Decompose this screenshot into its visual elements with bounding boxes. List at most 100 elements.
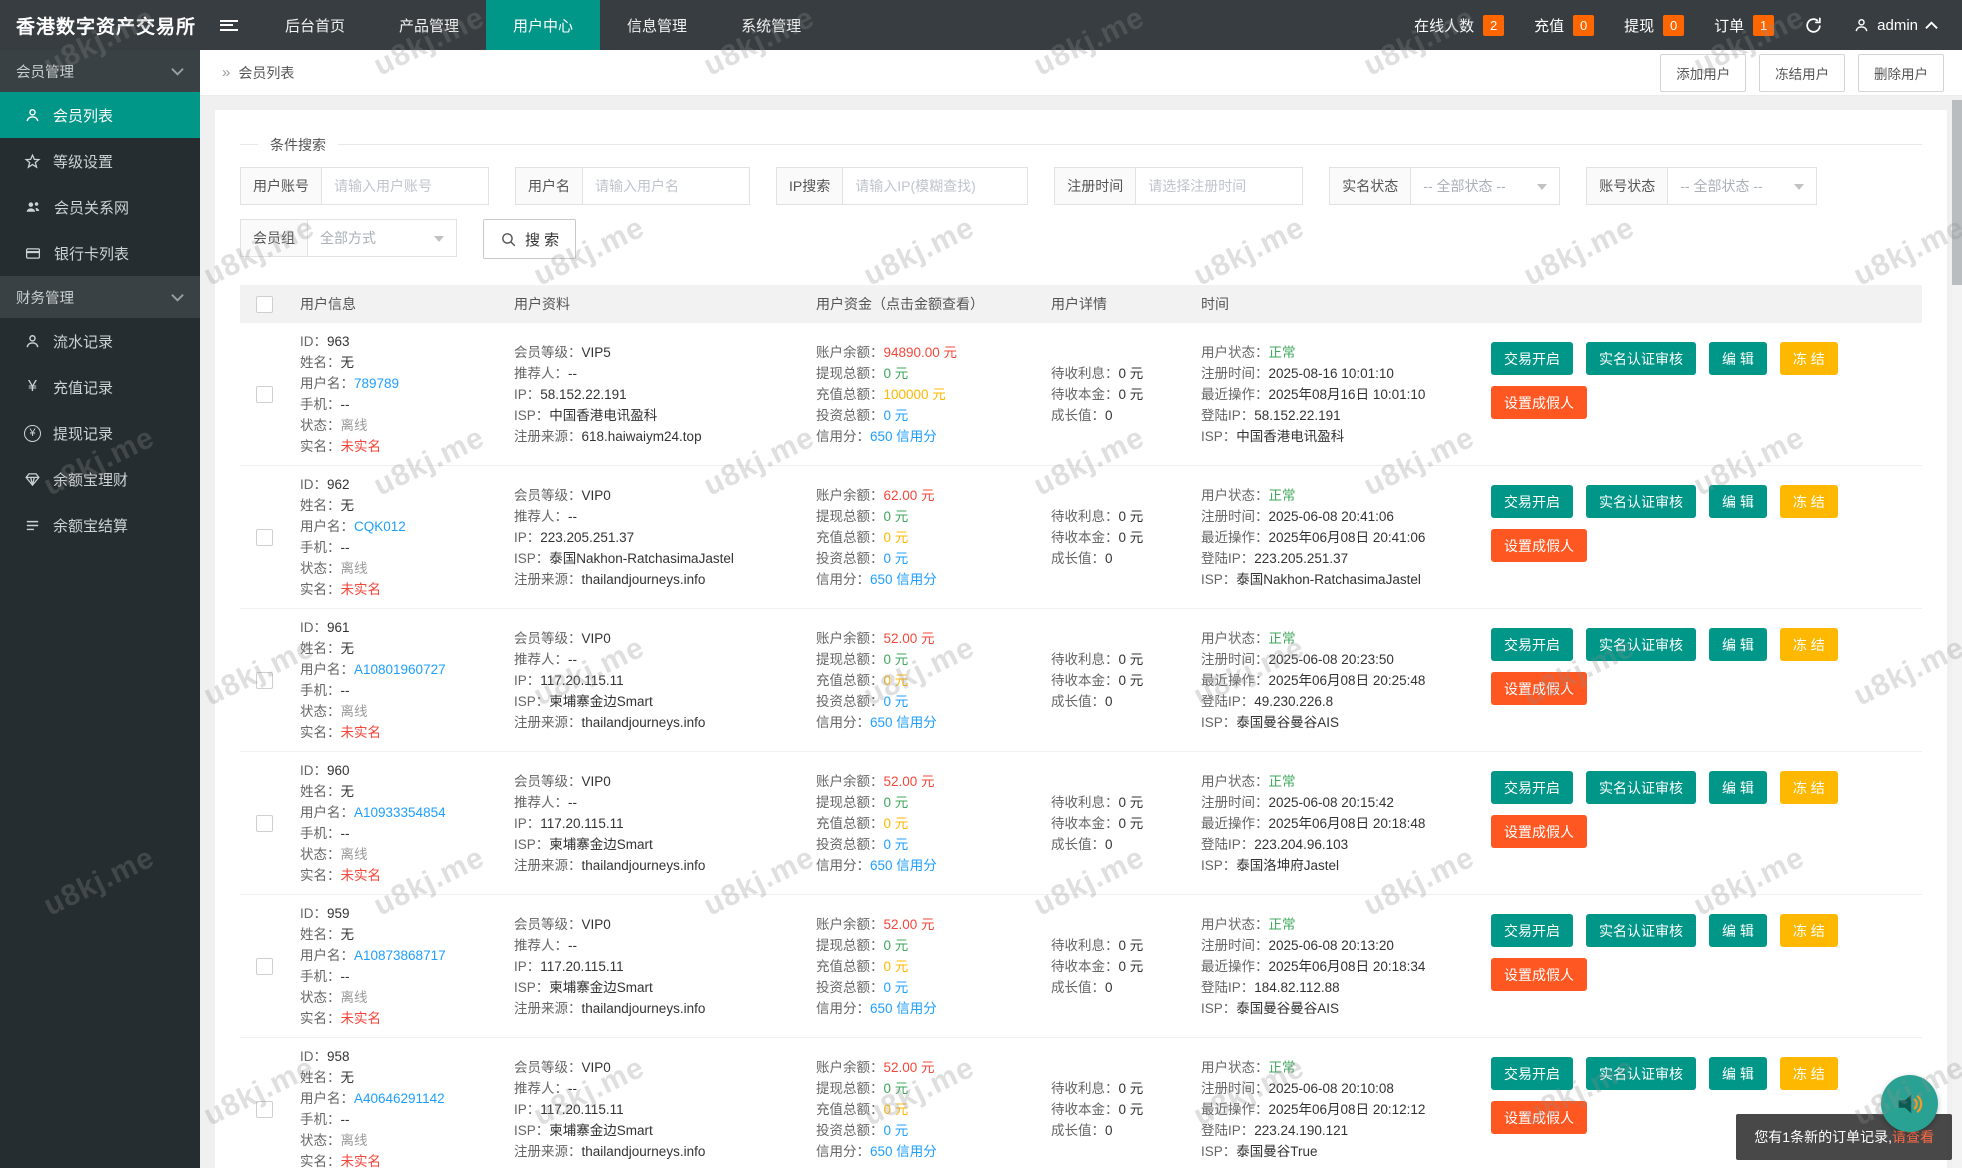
set-fake-user-button[interactable]: 设置成假人 <box>1491 529 1587 562</box>
edit-button[interactable]: 编 辑 <box>1709 1057 1767 1090</box>
realname-verify-button[interactable]: 实名认证审核 <box>1586 485 1696 518</box>
credit-score[interactable]: 650 信用分 <box>870 715 937 730</box>
recharge-amount[interactable]: 0 元 <box>884 673 909 688</box>
invest-amount[interactable]: 0 元 <box>884 837 909 852</box>
recharge-amount[interactable]: 0 元 <box>884 959 909 974</box>
menu-item-info[interactable]: 信息管理 <box>600 0 714 50</box>
edit-button[interactable]: 编 辑 <box>1709 342 1767 375</box>
balance-amount[interactable]: 52.00 元 <box>884 774 935 789</box>
freeze-button[interactable]: 冻 结 <box>1780 914 1838 947</box>
stat-withdraw[interactable]: 提现 0 <box>1624 15 1684 36</box>
credit-score[interactable]: 650 信用分 <box>870 858 937 873</box>
username-link[interactable]: 789789 <box>354 376 399 391</box>
credit-score[interactable]: 650 信用分 <box>870 572 937 587</box>
sidebar-item-member-list[interactable]: 会员列表 <box>0 92 200 138</box>
delete-user-button[interactable]: 删除用户 <box>1858 54 1944 92</box>
sidebar-toggle-button[interactable] <box>200 0 258 50</box>
account-input[interactable] <box>321 167 489 205</box>
edit-button[interactable]: 编 辑 <box>1709 771 1767 804</box>
row-checkbox[interactable] <box>256 815 273 832</box>
menu-item-system[interactable]: 系统管理 <box>714 0 828 50</box>
edit-button[interactable]: 编 辑 <box>1709 914 1767 947</box>
credit-score[interactable]: 650 信用分 <box>870 1144 937 1159</box>
balance-amount[interactable]: 52.00 元 <box>884 1060 935 1075</box>
sidebar-item-yuebao-settle[interactable]: 余额宝结算 <box>0 502 200 548</box>
stat-online-users[interactable]: 在线人数 2 <box>1414 15 1504 36</box>
trade-toggle-button[interactable]: 交易开启 <box>1491 771 1573 804</box>
withdraw-amount[interactable]: 0 元 <box>884 795 909 810</box>
credit-score[interactable]: 650 信用分 <box>870 1001 937 1016</box>
freeze-button[interactable]: 冻 结 <box>1780 1057 1838 1090</box>
trade-toggle-button[interactable]: 交易开启 <box>1491 485 1573 518</box>
sidebar-item-withdraw-records[interactable]: ¥ 提现记录 <box>0 410 200 456</box>
freeze-button[interactable]: 冻 结 <box>1780 485 1838 518</box>
sidebar-item-recharge-records[interactable]: ¥ 充值记录 <box>0 364 200 410</box>
sidebar-item-member-network[interactable]: 会员关系网 <box>0 184 200 230</box>
sidebar-item-flow-records[interactable]: 流水记录 <box>0 318 200 364</box>
menu-item-user-center[interactable]: 用户中心 <box>486 0 600 50</box>
recharge-amount[interactable]: 0 元 <box>884 530 909 545</box>
username-input[interactable] <box>582 167 750 205</box>
credit-score[interactable]: 650 信用分 <box>870 429 937 444</box>
scrollbar-thumb[interactable] <box>1952 100 1962 285</box>
balance-amount[interactable]: 52.00 元 <box>884 917 935 932</box>
trade-toggle-button[interactable]: 交易开启 <box>1491 342 1573 375</box>
invest-amount[interactable]: 0 元 <box>884 1123 909 1138</box>
freeze-button[interactable]: 冻 结 <box>1780 771 1838 804</box>
withdraw-amount[interactable]: 0 元 <box>884 938 909 953</box>
recharge-amount[interactable]: 100000 元 <box>884 387 946 402</box>
stat-recharge[interactable]: 充值 0 <box>1534 15 1594 36</box>
invest-amount[interactable]: 0 元 <box>884 408 909 423</box>
menu-item-products[interactable]: 产品管理 <box>372 0 486 50</box>
withdraw-amount[interactable]: 0 元 <box>884 652 909 667</box>
freeze-button[interactable]: 冻 结 <box>1780 628 1838 661</box>
trade-toggle-button[interactable]: 交易开启 <box>1491 1057 1573 1090</box>
select-all-checkbox[interactable] <box>256 296 273 313</box>
balance-amount[interactable]: 62.00 元 <box>884 488 935 503</box>
username-link[interactable]: A40646291142 <box>354 1091 445 1106</box>
menu-item-home[interactable]: 后台首页 <box>258 0 372 50</box>
sidebar-item-level-settings[interactable]: 等级设置 <box>0 138 200 184</box>
sidebar-item-bank-cards[interactable]: 银行卡列表 <box>0 230 200 276</box>
realname-verify-button[interactable]: 实名认证审核 <box>1586 771 1696 804</box>
regtime-input[interactable] <box>1135 167 1303 205</box>
row-checkbox[interactable] <box>256 386 273 403</box>
recharge-amount[interactable]: 0 元 <box>884 816 909 831</box>
admin-dropdown[interactable]: admin <box>1853 17 1938 34</box>
username-link[interactable]: A10801960727 <box>354 662 446 677</box>
freeze-user-button[interactable]: 冻结用户 <box>1759 54 1845 92</box>
search-button[interactable]: 搜 索 <box>483 219 576 259</box>
sidebar-item-yuebao-invest[interactable]: 余额宝理财 <box>0 456 200 502</box>
row-checkbox[interactable] <box>256 529 273 546</box>
edit-button[interactable]: 编 辑 <box>1709 485 1767 518</box>
ip-search-input[interactable] <box>842 167 1028 205</box>
trade-toggle-button[interactable]: 交易开启 <box>1491 914 1573 947</box>
invest-amount[interactable]: 0 元 <box>884 551 909 566</box>
member-group-select[interactable]: 全部方式 <box>307 219 457 257</box>
edit-button[interactable]: 编 辑 <box>1709 628 1767 661</box>
invest-amount[interactable]: 0 元 <box>884 980 909 995</box>
freeze-button[interactable]: 冻 结 <box>1780 342 1838 375</box>
recharge-amount[interactable]: 0 元 <box>884 1102 909 1117</box>
withdraw-amount[interactable]: 0 元 <box>884 1081 909 1096</box>
set-fake-user-button[interactable]: 设置成假人 <box>1491 1101 1587 1134</box>
realname-verify-button[interactable]: 实名认证审核 <box>1586 342 1696 375</box>
invest-amount[interactable]: 0 元 <box>884 694 909 709</box>
realname-verify-button[interactable]: 实名认证审核 <box>1586 914 1696 947</box>
withdraw-amount[interactable]: 0 元 <box>884 366 909 381</box>
withdraw-amount[interactable]: 0 元 <box>884 509 909 524</box>
set-fake-user-button[interactable]: 设置成假人 <box>1491 815 1587 848</box>
add-user-button[interactable]: 添加用户 <box>1660 54 1746 92</box>
announcement-float-button[interactable] <box>1881 1075 1938 1132</box>
username-link[interactable]: A10933354854 <box>354 805 446 820</box>
stat-orders[interactable]: 订单 1 <box>1714 15 1774 36</box>
row-checkbox[interactable] <box>256 672 273 689</box>
balance-amount[interactable]: 52.00 元 <box>884 631 935 646</box>
realname-verify-button[interactable]: 实名认证审核 <box>1586 1057 1696 1090</box>
sidebar-group-member[interactable]: 会员管理 <box>0 50 200 92</box>
username-link[interactable]: CQK012 <box>354 519 406 534</box>
sidebar-group-finance[interactable]: 财务管理 <box>0 276 200 318</box>
account-status-select[interactable]: -- 全部状态 -- <box>1667 167 1817 205</box>
refresh-button[interactable] <box>1804 16 1823 35</box>
row-checkbox[interactable] <box>256 958 273 975</box>
